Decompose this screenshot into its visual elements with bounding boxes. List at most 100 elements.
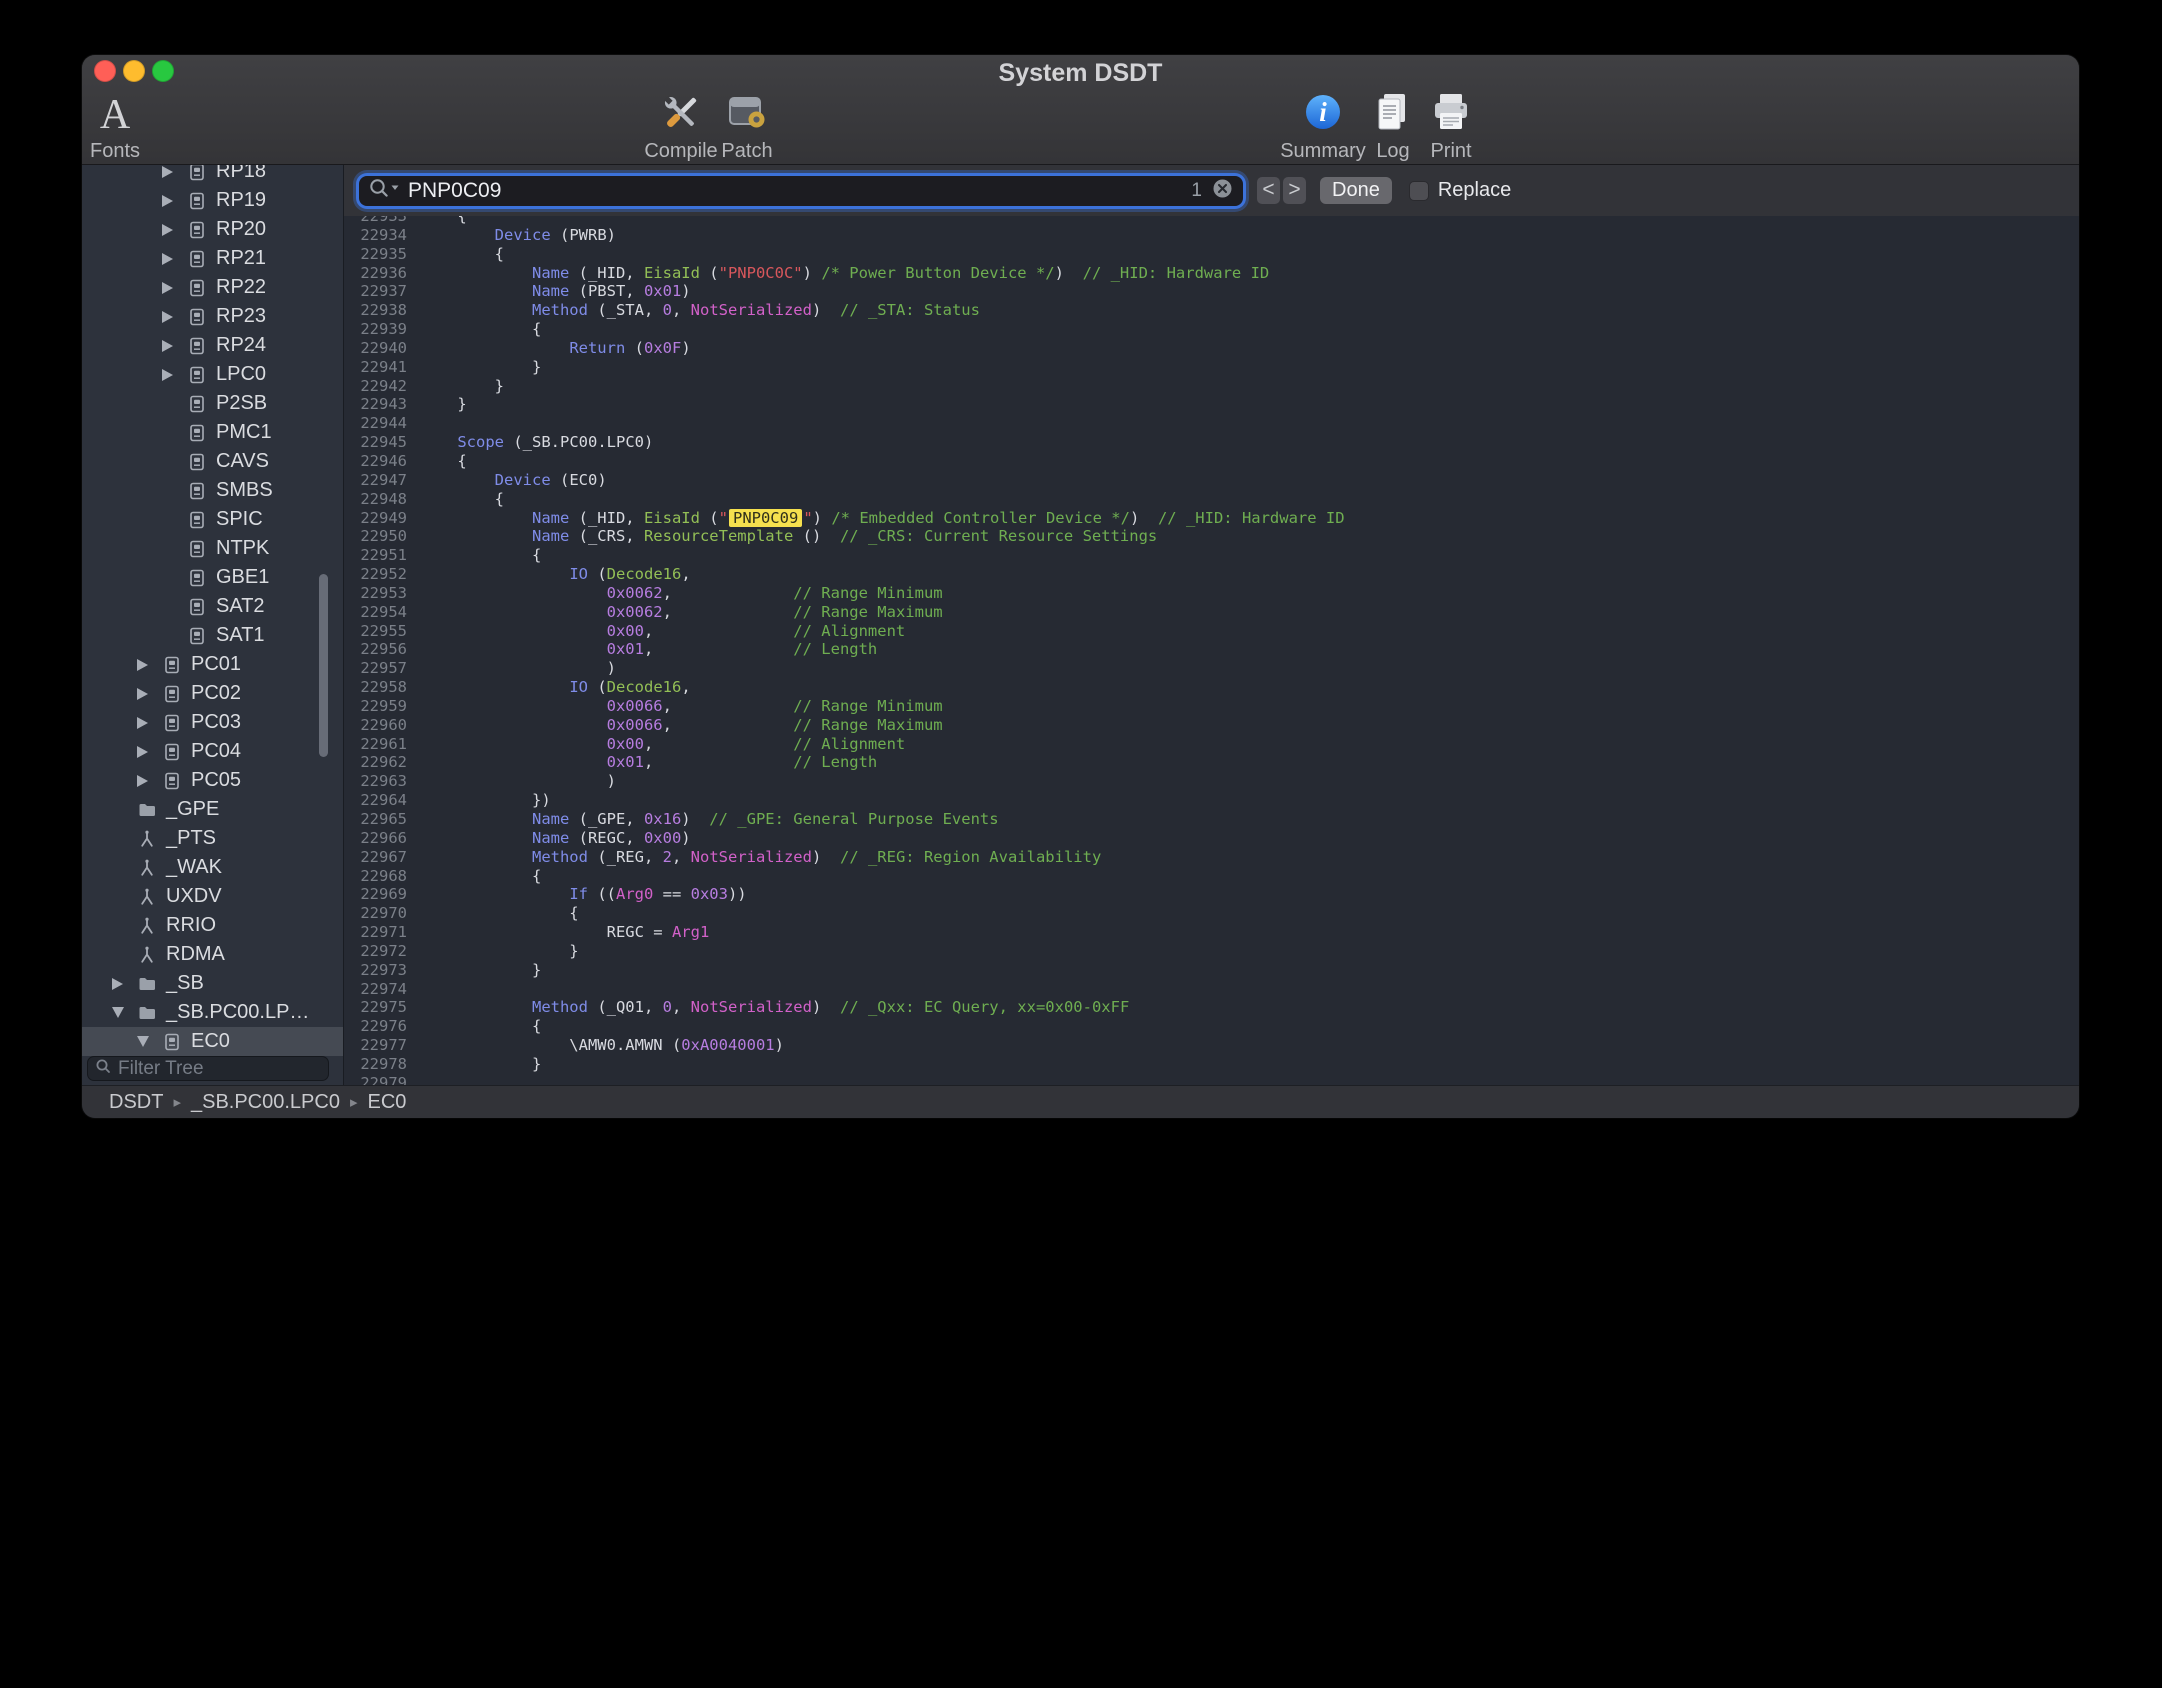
code-line[interactable]: 22979 — [344, 1074, 2079, 1085]
breadcrumb-item[interactable]: _SB.PC00.LPC0 — [191, 1091, 340, 1114]
disclosure-collapsed-icon[interactable] — [137, 775, 159, 787]
code-line[interactable]: 22959 0x0066, // Range Minimum — [344, 697, 2079, 716]
search-input[interactable] — [408, 179, 1191, 203]
code-line[interactable]: 22956 0x01, // Length — [344, 640, 2079, 659]
tree-item-rrio[interactable]: RRIO — [82, 911, 343, 940]
breadcrumb-item[interactable]: DSDT — [109, 1091, 163, 1114]
code-line[interactable]: 22948 { — [344, 490, 2079, 509]
tree-item-ec0[interactable]: EC0 — [82, 1027, 343, 1056]
clear-search-button[interactable] — [1211, 177, 1234, 205]
breadcrumb-item[interactable]: EC0 — [368, 1091, 407, 1114]
disclosure-collapsed-icon[interactable] — [162, 195, 184, 207]
disclosure-collapsed-icon[interactable] — [162, 369, 184, 381]
patch-toolbar-button[interactable]: Patch — [692, 91, 802, 163]
code-line[interactable]: 22973 } — [344, 961, 2079, 980]
tree-item-pc04[interactable]: PC04 — [82, 737, 343, 766]
code-line[interactable]: 22963 ) — [344, 772, 2079, 791]
tree-item-rp19[interactable]: RP19 — [82, 186, 343, 215]
tree-item-p2sb[interactable]: P2SB — [82, 389, 343, 418]
tree-item-lpc0[interactable]: LPC0 — [82, 360, 343, 389]
code-line[interactable]: 22971 REGC = Arg1 — [344, 923, 2079, 942]
disclosure-collapsed-icon[interactable] — [137, 659, 159, 671]
tree-item-spic[interactable]: SPIC — [82, 505, 343, 534]
code-line[interactable]: 22934 Device (PWRB) — [344, 226, 2079, 245]
disclosure-expanded-icon[interactable] — [137, 1036, 159, 1047]
search-field[interactable]: 1 — [359, 176, 1243, 206]
disclosure-collapsed-icon[interactable] — [112, 978, 134, 990]
code-line[interactable]: 22974 — [344, 980, 2079, 999]
code-line[interactable]: 22972 } — [344, 942, 2079, 961]
code-line[interactable]: 22945 Scope (_SB.PC00.LPC0) — [344, 433, 2079, 452]
code-line[interactable]: 22969 If ((Arg0 == 0x03)) — [344, 885, 2079, 904]
disclosure-collapsed-icon[interactable] — [162, 166, 184, 178]
code-line[interactable]: 22940 Return (0x0F) — [344, 339, 2079, 358]
disclosure-collapsed-icon[interactable] — [137, 688, 159, 700]
code-line[interactable]: 22942 } — [344, 377, 2079, 396]
tree-item-pmc1[interactable]: PMC1 — [82, 418, 343, 447]
tree-item-pc02[interactable]: PC02 — [82, 679, 343, 708]
next-match-button[interactable]: > — [1283, 177, 1306, 204]
tree-item-_gpe[interactable]: _GPE — [82, 795, 343, 824]
code-line[interactable]: 22967 Method (_REG, 2, NotSerialized) //… — [344, 848, 2079, 867]
code-line[interactable]: 22964 }) — [344, 791, 2079, 810]
tree-item-pc01[interactable]: PC01 — [82, 650, 343, 679]
sidebar-scrollbar[interactable] — [319, 574, 328, 757]
fonts-toolbar-button[interactable]: A Fonts — [82, 91, 170, 163]
disclosure-collapsed-icon[interactable] — [162, 253, 184, 265]
disclosure-collapsed-icon[interactable] — [162, 311, 184, 323]
code-line[interactable]: 22946 { — [344, 452, 2079, 471]
code-line[interactable]: 22951 { — [344, 546, 2079, 565]
tree-item-_sb.pc00.lp…[interactable]: _SB.PC00.LP… — [82, 998, 343, 1027]
done-button[interactable]: Done — [1320, 177, 1392, 204]
code-line[interactable]: 22943 } — [344, 395, 2079, 414]
code-line[interactable]: 22975 Method (_Q01, 0, NotSerialized) //… — [344, 998, 2079, 1017]
code-line[interactable]: 22952 IO (Decode16, — [344, 565, 2079, 584]
code-line[interactable]: 22936 Name (_HID, EisaId ("PNP0C0C") /* … — [344, 264, 2079, 283]
disclosure-collapsed-icon[interactable] — [162, 224, 184, 236]
code-line[interactable]: 22947 Device (EC0) — [344, 471, 2079, 490]
code-line[interactable]: 22962 0x01, // Length — [344, 753, 2079, 772]
code-line[interactable]: 22944 — [344, 414, 2079, 433]
tree-item-sat2[interactable]: SAT2 — [82, 592, 343, 621]
tree-item-pc03[interactable]: PC03 — [82, 708, 343, 737]
tree-item-rp18[interactable]: RP18 — [82, 165, 343, 186]
tree-item-_pts[interactable]: _PTS — [82, 824, 343, 853]
code-line[interactable]: 22957 ) — [344, 659, 2079, 678]
tree-item-rp23[interactable]: RP23 — [82, 302, 343, 331]
code-editor[interactable]: 22933 {22934 Device (PWRB)22935 {22936 N… — [344, 216, 2079, 1085]
code-line[interactable]: 22958 IO (Decode16, — [344, 678, 2079, 697]
tree-item-rp24[interactable]: RP24 — [82, 331, 343, 360]
code-line[interactable]: 22953 0x0062, // Range Minimum — [344, 584, 2079, 603]
tree-item-gbe1[interactable]: GBE1 — [82, 563, 343, 592]
code-line[interactable]: 22955 0x00, // Alignment — [344, 622, 2079, 641]
code-line[interactable]: 22950 Name (_CRS, ResourceTemplate () //… — [344, 527, 2079, 546]
code-line[interactable]: 22961 0x00, // Alignment — [344, 735, 2079, 754]
disclosure-expanded-icon[interactable] — [112, 1007, 134, 1018]
disclosure-collapsed-icon[interactable] — [162, 340, 184, 352]
code-line[interactable]: 22935 { — [344, 245, 2079, 264]
previous-match-button[interactable]: < — [1257, 177, 1280, 204]
tree-item-rp21[interactable]: RP21 — [82, 244, 343, 273]
tree-item-rp20[interactable]: RP20 — [82, 215, 343, 244]
code-line[interactable]: 22954 0x0062, // Range Maximum — [344, 603, 2079, 622]
tree-item-smbs[interactable]: SMBS — [82, 476, 343, 505]
search-icon[interactable] — [368, 177, 401, 204]
filter-tree-input[interactable] — [118, 1058, 321, 1080]
tree-item-cavs[interactable]: CAVS — [82, 447, 343, 476]
disclosure-collapsed-icon[interactable] — [162, 282, 184, 294]
code-line[interactable]: 22977 \AMW0.AMWN (0xA0040001) — [344, 1036, 2079, 1055]
disclosure-collapsed-icon[interactable] — [137, 746, 159, 758]
tree-item-sat1[interactable]: SAT1 — [82, 621, 343, 650]
code-line[interactable]: 22960 0x0066, // Range Maximum — [344, 716, 2079, 735]
tree-item-_wak[interactable]: _WAK — [82, 853, 343, 882]
print-toolbar-button[interactable]: Print — [1396, 91, 1506, 163]
tree-item-pc05[interactable]: PC05 — [82, 766, 343, 795]
code-line[interactable]: 22968 { — [344, 867, 2079, 886]
tree-item-ntpk[interactable]: NTPK — [82, 534, 343, 563]
code-line[interactable]: 22976 { — [344, 1017, 2079, 1036]
code-line[interactable]: 22933 { — [344, 216, 2079, 226]
replace-checkbox[interactable] — [1409, 181, 1429, 201]
code-line[interactable]: 22939 { — [344, 320, 2079, 339]
tree-item-uxdv[interactable]: UXDV — [82, 882, 343, 911]
disclosure-collapsed-icon[interactable] — [137, 717, 159, 729]
